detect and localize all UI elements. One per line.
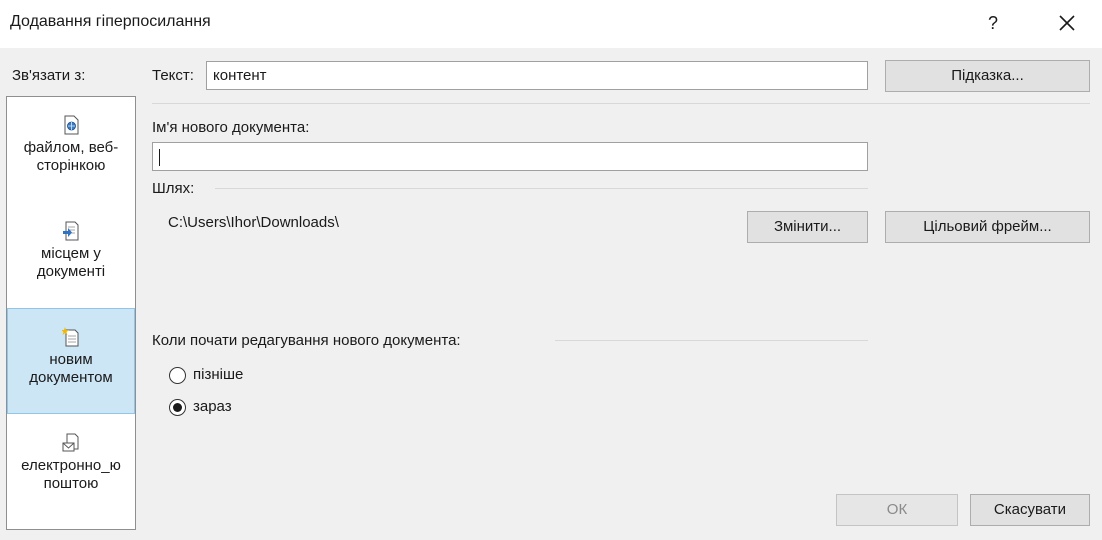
link-to-email-label: електронно_ю поштою: [21, 457, 121, 492]
text-to-display-label: Текст:: [152, 67, 194, 84]
new-document-name-label: Ім'я нового документа:: [152, 119, 310, 136]
edit-later-label: пізніше: [193, 366, 244, 383]
screentip-button[interactable]: Підказка...: [885, 60, 1090, 92]
dialog-title: Додавання гіперпосилання: [10, 13, 211, 30]
link-to-web-page[interactable]: файлом, веб-сторінкою: [8, 115, 134, 175]
close-button[interactable]: [1052, 8, 1082, 38]
edit-when-label: Коли почати редагування нового документа…: [152, 332, 461, 349]
link-to-place-in-document-label: місцем у документі: [36, 245, 106, 280]
edit-later-option[interactable]: пізніше: [169, 365, 289, 387]
link-to-new-document-label: новим документом: [29, 351, 113, 386]
link-to-new-document[interactable]: новим документом: [7, 308, 135, 414]
path-value: C:\Users\Ihor\Downloads\: [168, 214, 339, 231]
help-button[interactable]: ?: [980, 10, 1006, 36]
radio-selected-dot: [173, 403, 182, 412]
link-to-web-page-label: файлом, веб-сторінкою: [23, 139, 119, 174]
separator: [152, 103, 1090, 104]
edit-now-label: зараз: [193, 398, 232, 415]
cancel-button[interactable]: Скасувати: [970, 494, 1090, 526]
email-icon: [62, 433, 80, 453]
edit-now-radio[interactable]: [169, 399, 186, 416]
link-to-label: Зв'язати з:: [12, 67, 86, 84]
edit-when-separator: [555, 340, 868, 341]
text-to-display-input[interactable]: контент: [206, 61, 868, 90]
change-path-button[interactable]: Змінити...: [747, 211, 868, 243]
edit-later-radio[interactable]: [169, 367, 186, 384]
close-icon: [1059, 15, 1075, 31]
link-to-place-in-document[interactable]: місцем у документі: [8, 221, 134, 281]
link-to-email[interactable]: електронно_ю поштою: [8, 433, 134, 493]
path-label: Шлях:: [152, 180, 195, 197]
link-to-sidebar: файлом, веб-сторінкою місцем у документі…: [6, 96, 136, 530]
text-cursor: [159, 148, 160, 166]
place-in-document-icon: [62, 221, 80, 241]
path-separator: [215, 188, 868, 189]
new-document-icon: [61, 327, 80, 347]
target-frame-button[interactable]: Цільовий фрейм...: [885, 211, 1090, 243]
edit-now-option[interactable]: зараз: [169, 397, 289, 419]
new-document-name-input[interactable]: [152, 142, 868, 171]
ok-button[interactable]: ОК: [836, 494, 958, 526]
web-page-icon: [62, 115, 80, 135]
